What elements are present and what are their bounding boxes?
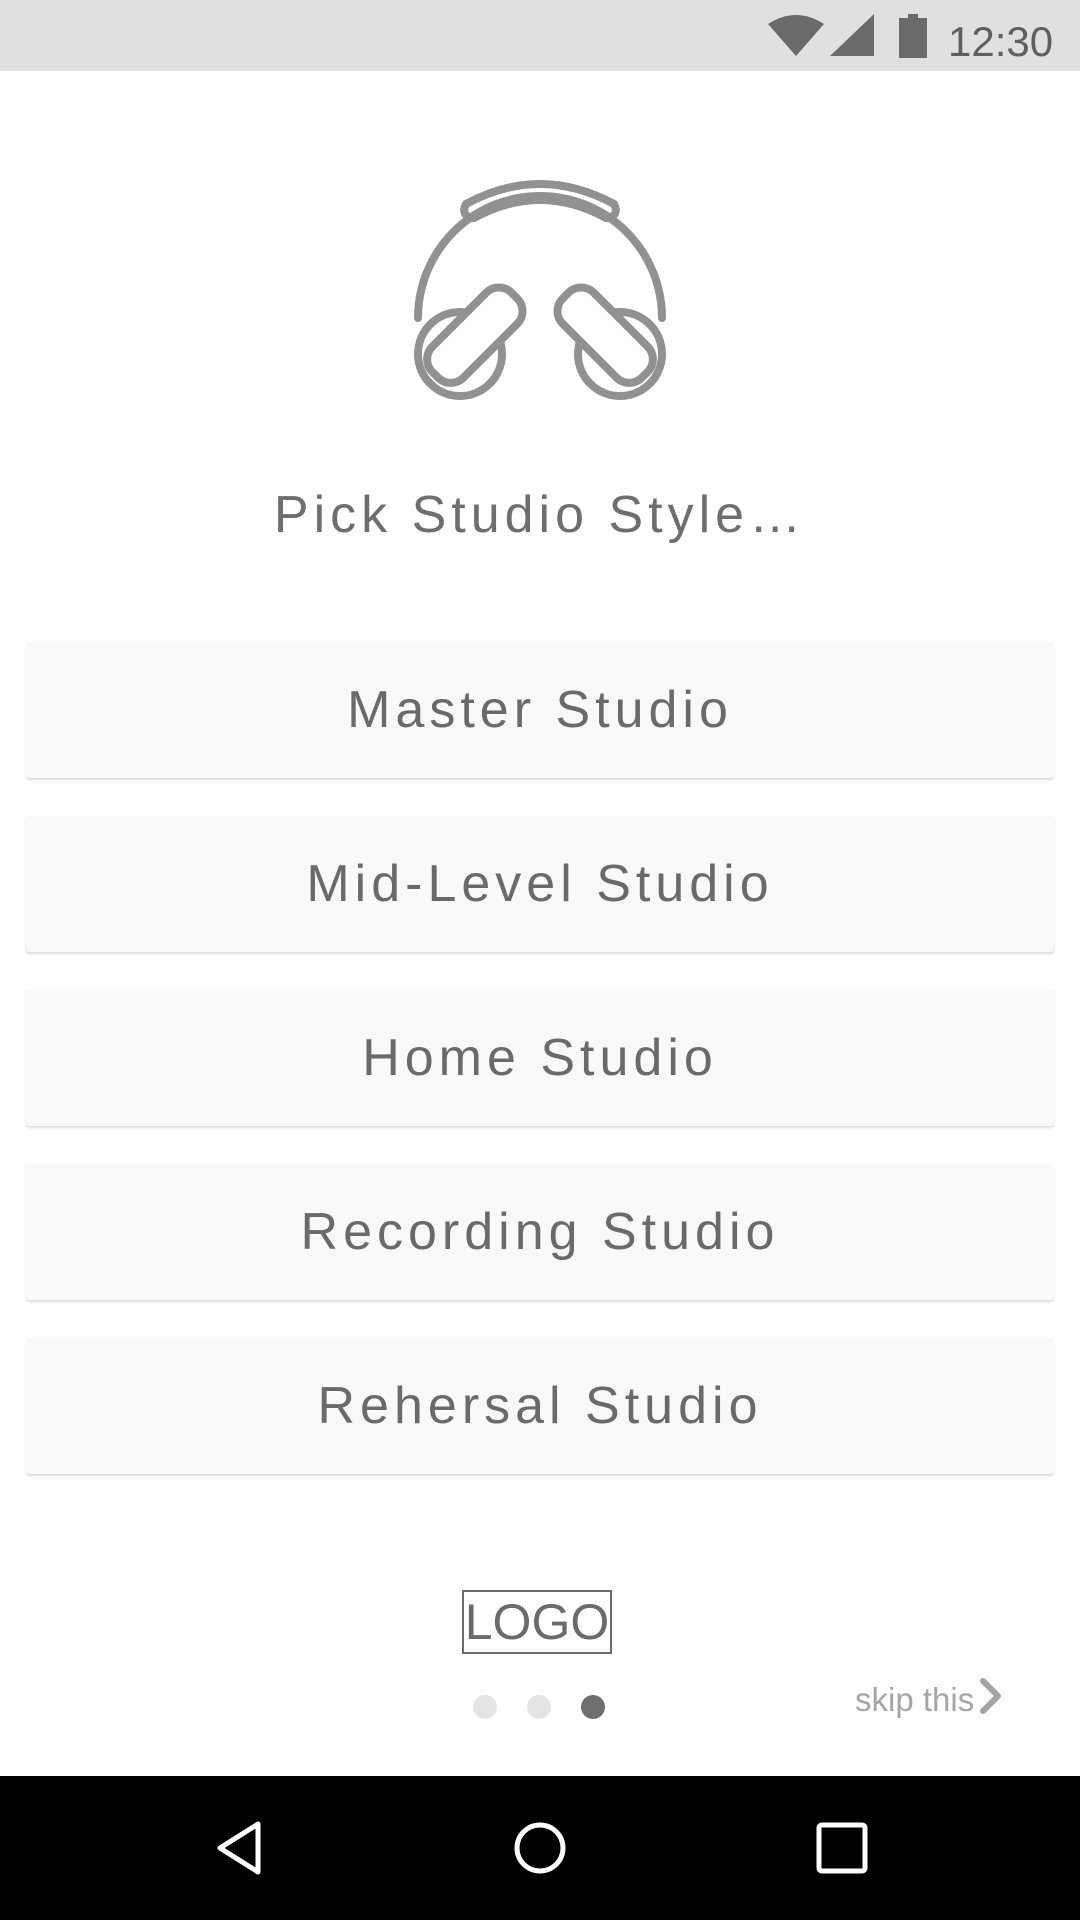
status-clock: 12:30 (948, 18, 1054, 65)
skip-label: skip this (855, 1681, 975, 1718)
page-prompt: Pick Studio Style… (273, 486, 807, 544)
home-icon[interactable] (500, 1808, 580, 1888)
option-master-studio[interactable]: Master Studio (26, 642, 1054, 778)
skip-button[interactable]: skip this (855, 1675, 1002, 1725)
logo: LOGO (462, 1590, 612, 1654)
option-rehersal-studio[interactable]: Rehersal Studio (26, 1338, 1054, 1474)
option-home-studio[interactable]: Home Studio (26, 990, 1054, 1126)
pager-dot-active (581, 1695, 605, 1719)
back-icon[interactable] (200, 1808, 280, 1888)
pager-dot (527, 1695, 551, 1719)
recents-icon[interactable] (802, 1808, 882, 1888)
cell-signal-icon (830, 14, 874, 61)
chevron-right-icon (980, 1678, 1002, 1722)
screen: 12:30 Pick Studio Style… Master Studio M… (0, 0, 1080, 1920)
option-mid-level-studio[interactable]: Mid-Level Studio (26, 816, 1054, 952)
headphones-icon (408, 168, 672, 408)
status-bar: 12:30 (0, 0, 1080, 71)
wifi-icon (768, 14, 824, 61)
battery-icon (899, 14, 927, 63)
navigation-bar (0, 1776, 1080, 1920)
pager-dot (473, 1695, 497, 1719)
studio-options-list: Master Studio Mid-Level Studio Home Stud… (26, 642, 1054, 1512)
option-recording-studio[interactable]: Recording Studio (26, 1164, 1054, 1300)
